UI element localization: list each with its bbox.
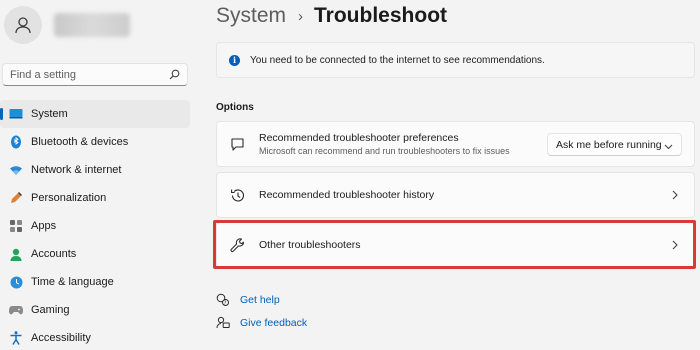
personalization-icon [9,191,23,205]
sidebar-item-label: Apps [31,220,57,232]
accessibility-icon [9,331,23,345]
user-profile[interactable] [4,6,130,44]
sidebar-item-label: Accessibility [31,332,91,344]
sidebar-item-label: Network & internet [31,164,122,176]
get-help-link[interactable]: Get help [240,294,280,306]
give-feedback-link-row[interactable]: Give feedback [216,316,307,330]
other-troubleshooters-card[interactable]: Other troubleshooters [216,222,695,268]
network-icon [9,163,23,177]
sidebar: System Bluetooth & devices Network & int… [0,0,196,350]
wrench-icon [229,237,245,253]
gaming-icon [9,303,23,317]
sidebar-nav: System Bluetooth & devices Network & int… [0,100,190,350]
history-icon [229,187,245,203]
sidebar-item-bluetooth[interactable]: Bluetooth & devices [0,128,190,156]
search-box[interactable] [2,63,188,86]
sidebar-item-personalization[interactable]: Personalization [0,184,190,212]
troubleshooter-preferences-card: Recommended troubleshooter preferences M… [216,121,695,167]
chevron-right-icon [672,240,680,250]
help-icon: ? [216,293,230,307]
breadcrumb: System › Troubleshoot [216,4,447,28]
page-title: Troubleshoot [314,4,448,27]
sidebar-item-label: Personalization [31,192,107,204]
info-bar: i You need to be connected to the intern… [216,42,695,78]
sidebar-item-label: Gaming [31,304,70,316]
sidebar-item-accounts[interactable]: Accounts [0,240,190,268]
time-language-icon [9,275,23,289]
info-message: You need to be connected to the internet… [250,54,545,66]
sidebar-item-label: Bluetooth & devices [31,136,129,148]
system-icon [9,107,23,121]
sidebar-item-system[interactable]: System [0,100,190,128]
chevron-right-icon [672,190,680,200]
preferences-description: Microsoft can recommend and run troubles… [259,146,510,156]
sidebar-item-apps[interactable]: Apps [0,212,190,240]
bluetooth-icon [9,135,23,149]
breadcrumb-separator: › [298,7,304,25]
sidebar-item-label: Accounts [31,248,77,260]
preferences-title: Recommended troubleshooter preferences [259,132,459,144]
feedback-icon [216,316,230,330]
info-icon: i [229,54,240,66]
sidebar-item-label: Time & language [31,276,114,288]
dropdown-value: Ask me before running [556,138,662,151]
apps-icon [9,219,23,233]
history-title: Recommended troubleshooter history [259,189,435,201]
give-feedback-link[interactable]: Give feedback [240,317,307,329]
message-icon [229,136,245,152]
section-title-options: Options [216,102,254,113]
sidebar-item-accessibility[interactable]: Accessibility [0,324,190,350]
accounts-icon [9,247,23,261]
search-input[interactable] [10,68,168,81]
breadcrumb-parent[interactable]: System [216,4,286,28]
sidebar-item-label: System [31,108,68,120]
sidebar-item-time-language[interactable]: Time & language [0,268,190,296]
preferences-dropdown[interactable]: Ask me before running [547,133,682,156]
troubleshooter-history-card[interactable]: Recommended troubleshooter history [216,172,695,218]
sidebar-item-network[interactable]: Network & internet [0,156,190,184]
chevron-down-icon [664,141,673,153]
svg-text:?: ? [224,301,227,307]
avatar-icon[interactable] [4,6,42,44]
get-help-link-row[interactable]: ? Get help [216,293,280,307]
other-troubleshooters-title: Other troubleshooters [259,239,361,251]
search-icon[interactable] [168,69,180,81]
sidebar-item-gaming[interactable]: Gaming [0,296,190,324]
blurred-username [54,13,130,37]
